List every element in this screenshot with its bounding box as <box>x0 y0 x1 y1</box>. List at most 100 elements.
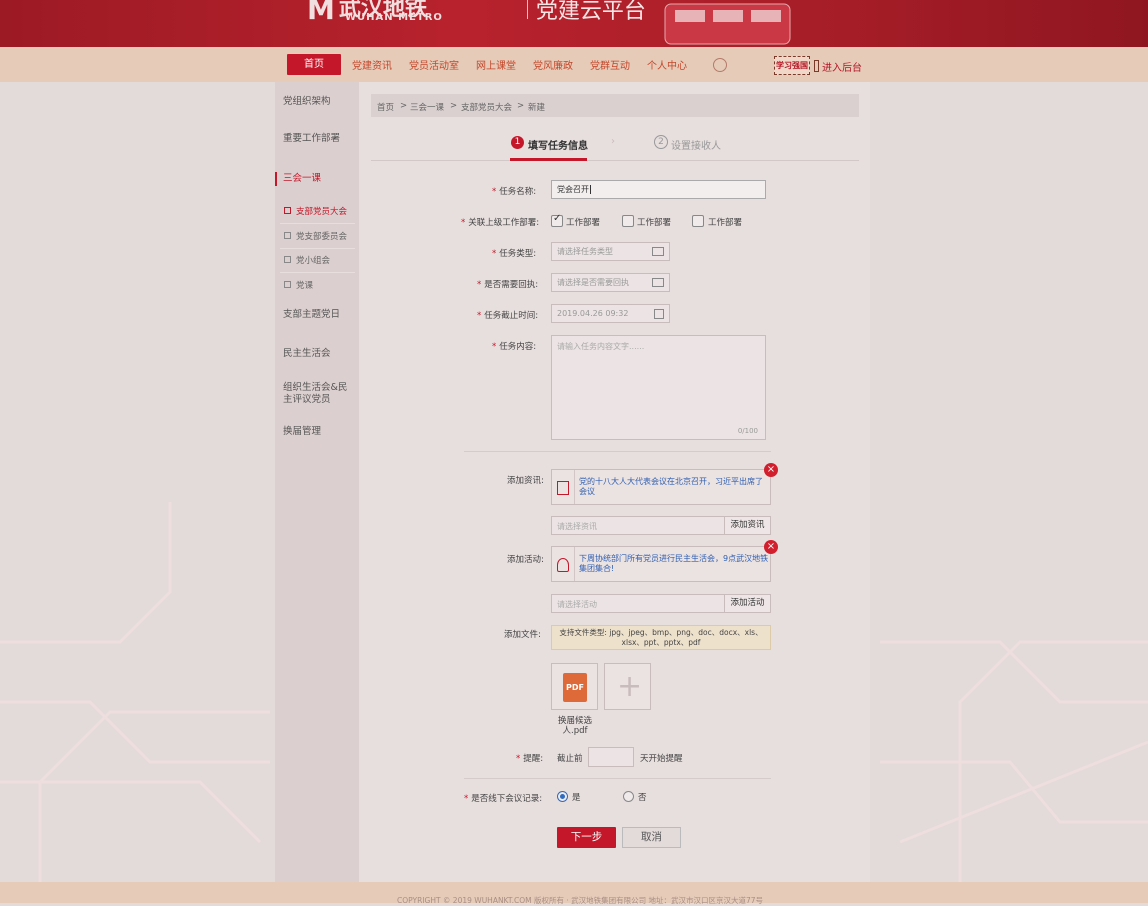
active-step-underline <box>510 158 587 161</box>
deadline-picker[interactable]: 2019.04.26 09:32 <box>551 304 670 323</box>
news-card[interactable]: 党的十八大人大代表会议在北京召开，习近平出席了会议 <box>551 469 771 505</box>
content-char-count: 0/100 <box>737 427 758 435</box>
add-news-label: 添加资讯: <box>507 476 544 486</box>
footer: COPYRIGHT © 2019 WUHANKT.COM 版权所有 · 武汉地铁… <box>0 882 1148 905</box>
breadcrumb-party-meeting[interactable]: 支部党员大会 <box>461 101 512 113</box>
content-placeholder: 请输入任务内容文字...... <box>557 342 645 351</box>
nav-news[interactable]: 党建资讯 <box>352 57 392 72</box>
wuhan-metro-logo: M 武汉地铁 WUHAN METRO 党建云平台 <box>307 0 646 26</box>
sidebar-item-theme-day[interactable]: 支部主题党日 <box>283 309 355 321</box>
deployment-checkbox-1[interactable] <box>551 213 563 227</box>
dropdown-icon <box>652 247 664 256</box>
dropdown-icon <box>652 278 664 287</box>
remind-days-input[interactable] <box>588 747 634 767</box>
sidebar-active-indicator <box>275 172 277 186</box>
nav-activity-room[interactable]: 党员活动室 <box>409 57 459 72</box>
sidebar-item-org[interactable]: 党组织架构 <box>283 96 355 108</box>
sidebar-item-deployment[interactable]: 重要工作部署 <box>283 133 355 145</box>
sidebar-sub-lecture[interactable]: 党课 <box>284 279 358 291</box>
nav-interaction[interactable]: 党群互动 <box>590 57 630 72</box>
breadcrumb-home[interactable]: 首页 <box>377 101 394 113</box>
news-card-title[interactable]: 党的十八大人大代表会议在北京召开，习近平出席了会议 <box>579 477 769 497</box>
uploaded-file-tile[interactable]: PDF <box>551 663 598 710</box>
next-step-button[interactable]: 下一步 <box>557 827 616 848</box>
activity-card-title[interactable]: 下周协统部门所有党员进行民主生活会，9点武汉地铁集团集合! <box>579 554 769 574</box>
breadcrumb-current: 新建 <box>528 103 546 113</box>
sidebar: 党组织架构 重要工作部署 三会一课 支部党员大会 党支部委员会 党小组会 党课 … <box>275 82 359 882</box>
nav-integrity[interactable]: 党风廉政 <box>533 57 573 72</box>
file-type-tip: 支持文件类型: jpg、jpeg、bmp、png、doc、docx、xls、xl… <box>551 625 771 650</box>
expand-icon <box>284 207 291 214</box>
deployment-checkbox-3[interactable] <box>692 215 704 227</box>
uploaded-file-name: 换届候选人.pdf <box>557 716 592 736</box>
user-icon[interactable] <box>713 58 727 72</box>
deadline-label: * 任务截止时间: <box>477 311 539 321</box>
task-type-select[interactable]: 请选择任务类型 <box>551 242 670 261</box>
remove-activity-close-icon[interactable]: × <box>764 540 778 554</box>
pdf-icon: PDF <box>563 673 587 702</box>
nav-online-class[interactable]: 网上课堂 <box>476 57 516 72</box>
admin-entry-link[interactable]: 进入后台 <box>822 59 862 74</box>
sub-divider <box>280 272 355 273</box>
offline-yes-label: 是 <box>572 793 581 803</box>
breadcrumb-sep: > <box>400 101 408 111</box>
remind-suffix: 天开始提醒 <box>640 754 683 764</box>
offline-no-label: 否 <box>638 793 647 803</box>
sidebar-item-election[interactable]: 换届管理 <box>283 426 355 438</box>
activity-picker-placeholder: 请选择活动 <box>557 600 597 609</box>
expand-icon <box>284 232 291 239</box>
sidebar-sub-committee[interactable]: 党支部委员会 <box>284 230 358 242</box>
sidebar-sub-party-meeting[interactable]: 支部党员大会 <box>284 205 358 217</box>
activity-picker[interactable]: 请选择活动 添加活动 <box>551 594 771 613</box>
breadcrumb-sep: > <box>450 101 458 111</box>
copyright-text: COPYRIGHT © 2019 WUHANKT.COM 版权所有 · 武汉地铁… <box>397 896 764 905</box>
platform-title: 党建云平台 <box>535 0 646 24</box>
breadcrumb-sep: > <box>517 101 525 111</box>
add-news-button[interactable]: 添加资讯 <box>724 517 770 534</box>
form-divider <box>464 778 771 779</box>
sidebar-item-org-life[interactable]: 组织生活会&民主评议党员 <box>283 382 355 406</box>
task-content-textarea[interactable]: 请输入任务内容文字...... 0/100 <box>551 335 766 440</box>
steps-divider <box>371 160 859 161</box>
sub-divider <box>280 223 355 224</box>
news-picker-placeholder: 请选择资讯 <box>557 522 597 531</box>
step2-label[interactable]: 设置接收人 <box>671 137 721 152</box>
calendar-icon <box>654 309 664 319</box>
remind-prefix: 截止前 <box>557 754 583 764</box>
offline-no-radio[interactable] <box>623 791 634 802</box>
nav-personal-center[interactable]: 个人中心 <box>647 57 687 72</box>
xuexi-qiangguo-badge[interactable]: 学习强国 <box>774 56 810 75</box>
news-picker[interactable]: 请选择资讯 添加资讯 <box>551 516 771 535</box>
task-name-input[interactable]: 党会召开 <box>551 180 766 199</box>
remove-news-close-icon[interactable]: × <box>764 463 778 477</box>
form-divider <box>464 451 771 452</box>
metro-logo-icon: M <box>307 0 335 26</box>
breadcrumb-three-meetings[interactable]: 三会一课 <box>410 101 444 113</box>
cancel-button[interactable]: 取消 <box>622 827 681 848</box>
train-illustration <box>664 3 791 45</box>
deployment-option-3: 工作部署 <box>708 218 743 228</box>
sidebar-item-three-meetings[interactable]: 三会一课 <box>283 173 355 185</box>
expand-icon <box>284 281 291 288</box>
add-file-label: 添加文件: <box>504 630 541 640</box>
receipt-select[interactable]: 请选择是否需要回执 <box>551 273 670 292</box>
related-deployment-label: * 关联上级工作部署: <box>461 218 540 228</box>
add-activity-button[interactable]: 添加活动 <box>724 595 770 612</box>
sub-divider <box>280 248 355 249</box>
activity-card[interactable]: 下周协统部门所有党员进行民主生活会，9点武汉地铁集团集合! <box>551 546 771 582</box>
deployment-checkbox-2[interactable] <box>622 215 634 227</box>
deployment-option-1: 工作部署 <box>566 218 601 228</box>
deployment-option-2: 工作部署 <box>637 218 672 228</box>
receipt-label: * 是否需要回执: <box>477 280 539 290</box>
sidebar-sub-group[interactable]: 党小组会 <box>284 254 358 266</box>
offline-yes-radio[interactable] <box>557 791 568 802</box>
step1-label[interactable]: 填写任务信息 <box>528 137 588 152</box>
nav-home[interactable]: 首页 <box>287 53 341 75</box>
top-banner: M 武汉地铁 WUHAN METRO 党建云平台 <box>0 0 1148 47</box>
sidebar-item-democratic-life[interactable]: 民主生活会 <box>283 348 355 360</box>
add-activity-label: 添加活动: <box>507 555 544 565</box>
admin-divider-icon <box>814 60 819 72</box>
breadcrumb: 首页 > 三会一课 > 支部党员大会 > 新建 <box>371 94 859 117</box>
task-type-label: * 任务类型: <box>492 249 537 259</box>
add-file-button[interactable]: + <box>604 663 651 710</box>
